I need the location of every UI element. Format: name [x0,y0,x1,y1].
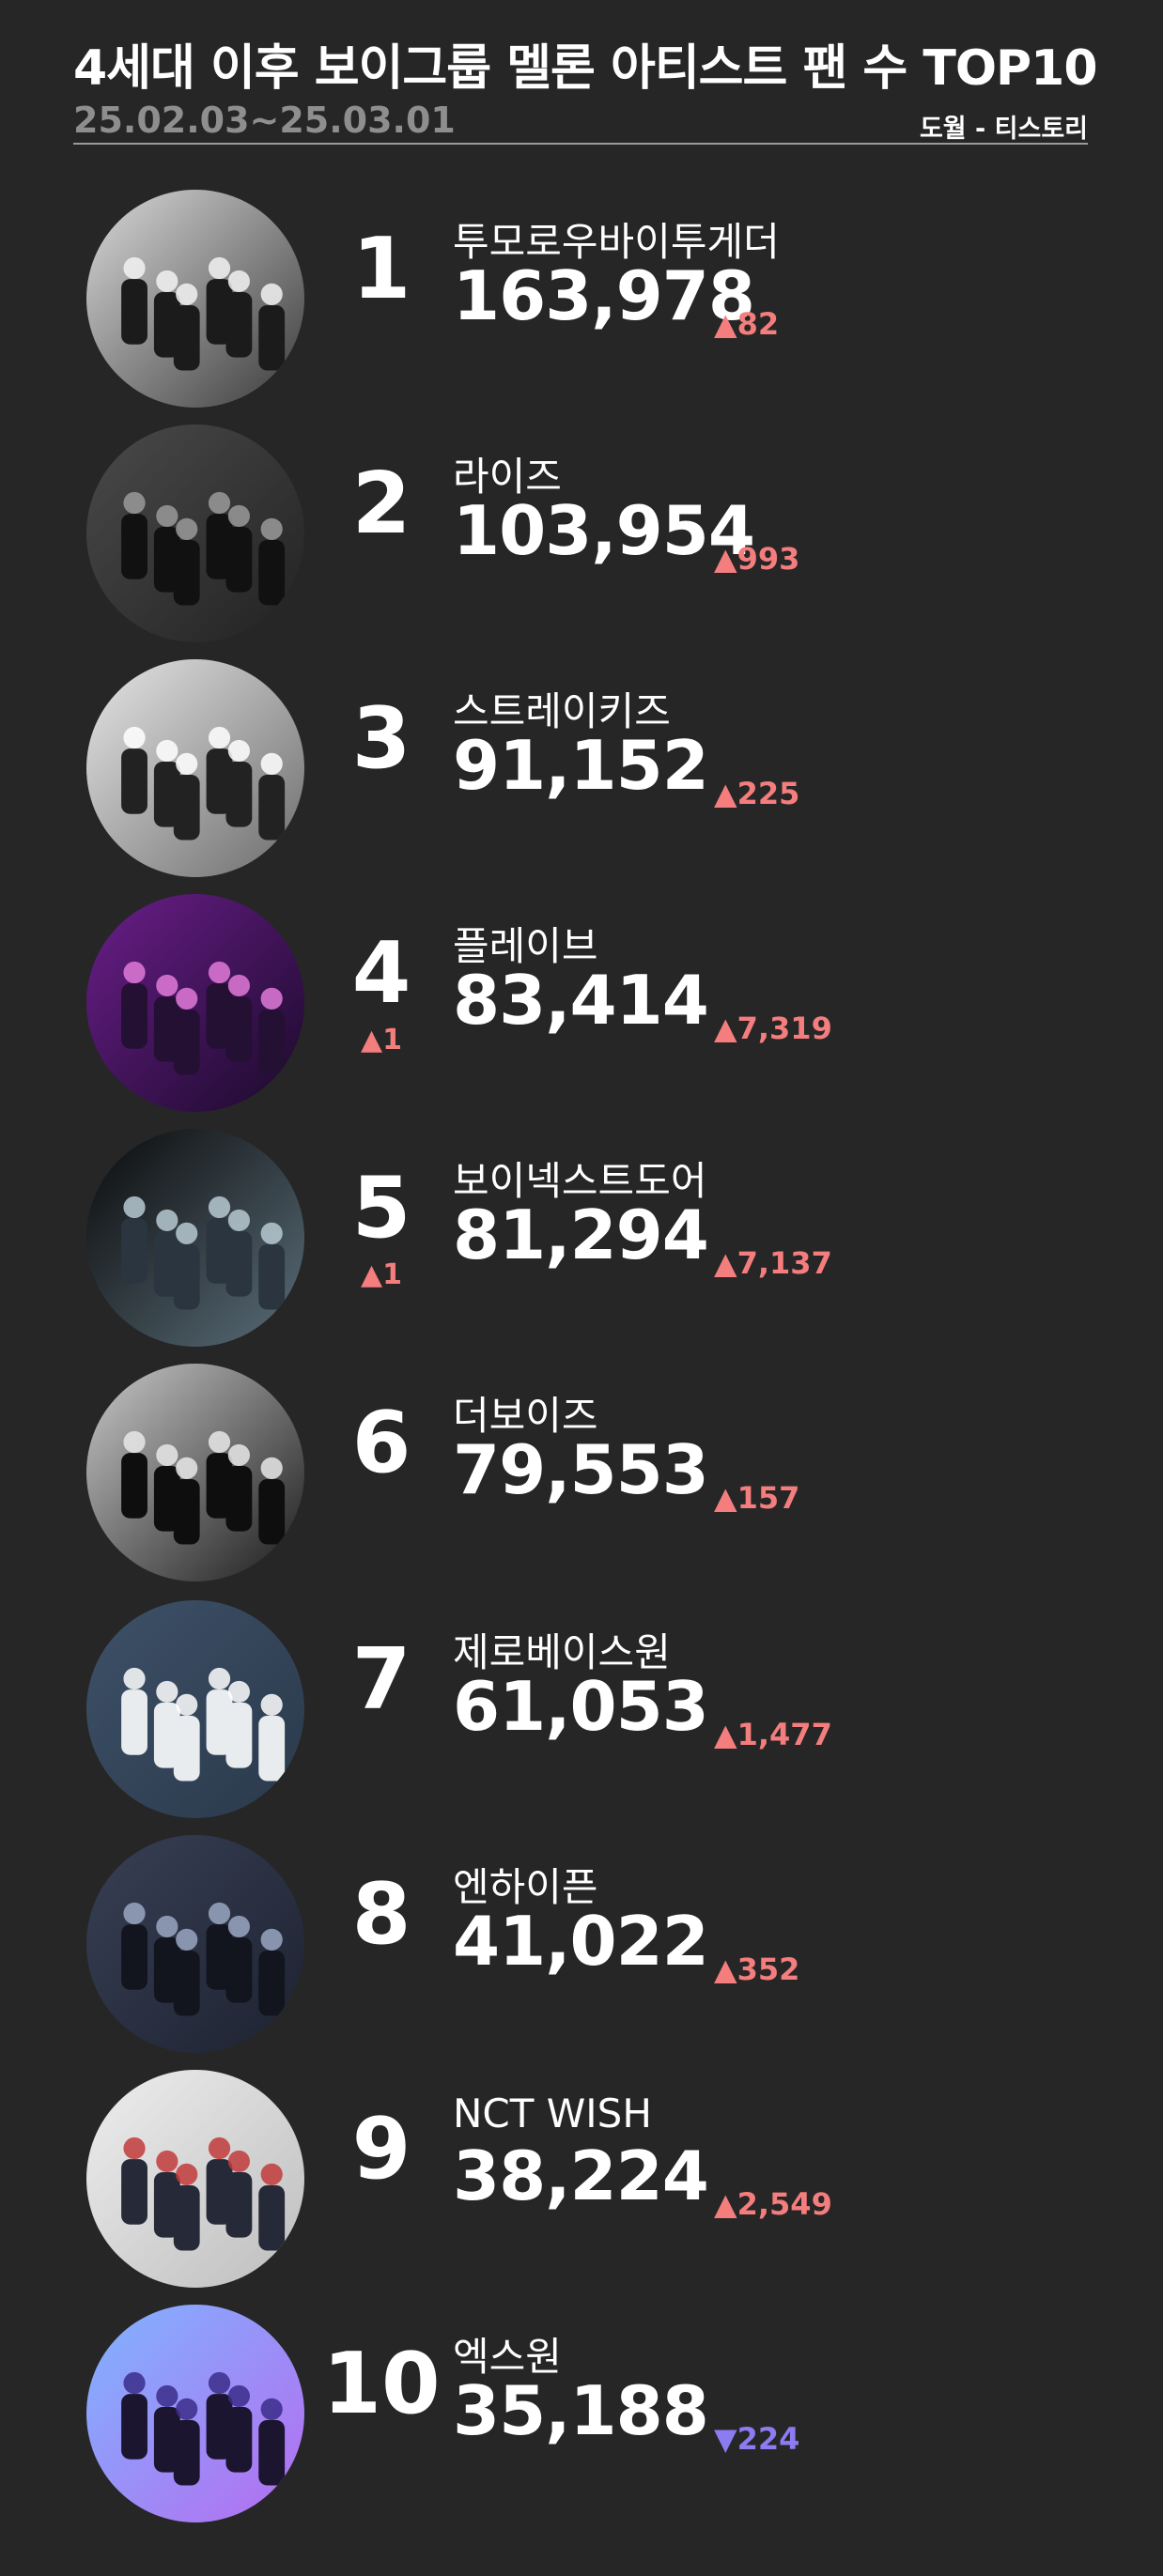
page-title: 4세대 이후 보이그룹 멜론 아티스트 팬 수 TOP10 [73,40,1097,97]
header-divider [73,143,1088,145]
fan-change: ▲993 [714,541,800,577]
ranking-row: 3 스트레이키즈 91,152 ▲225 [0,648,1163,877]
group-photo-icon [86,1835,304,2053]
fan-count: 35,188 [453,2371,709,2450]
rank-number: 10 [322,2335,441,2433]
fan-count: 81,294 [453,1195,709,1274]
ranking-row: 4 ▲1 플레이브 83,414 ▲7,319 [0,883,1163,1112]
date-range: 25.02.03~25.03.01 [73,100,456,141]
rank-number: 5 [351,1159,411,1257]
rank-number: 1 [351,220,411,318]
group-photo-icon [86,1129,304,1347]
fan-count: 79,553 [453,1430,709,1509]
ranking-row: 2 라이즈 103,954 ▲993 [0,413,1163,642]
ranking-row: 5 ▲1 보이넥스트도어 81,294 ▲7,137 [0,1118,1163,1347]
ranking-row: 9 NCT WISH 38,224 ▲2,549 [0,2059,1163,2288]
rank-number: 7 [351,1630,411,1729]
rank-change: ▲1 [361,1024,402,1057]
rank-number: 3 [351,689,411,788]
fan-change: ▲82 [714,306,780,342]
fan-change: ▲2,549 [714,2186,832,2222]
fan-change: ▲1,477 [714,1717,832,1752]
group-photo-icon [86,1364,304,1581]
fan-count: 163,978 [453,256,755,335]
source-credit: 도월 - 티스토리 [919,115,1088,144]
ranking-row: 7 제로베이스원 61,053 ▲1,477 [0,1589,1163,1818]
group-photo-icon [86,659,304,877]
fan-count: 91,152 [453,726,709,805]
group-photo-icon [86,2070,304,2288]
rank-number: 6 [351,1394,411,1492]
rank-number: 2 [351,455,411,553]
ranking-row: 1 투모로우바이투게더 163,978 ▲82 [0,178,1163,408]
rank-number: 8 [351,1865,411,1964]
group-photo-icon [86,424,304,642]
group-photo-icon [86,1600,304,1818]
group-photo-icon [86,2305,304,2522]
fan-change: ▲7,319 [714,1010,832,1046]
ranking-row: 8 엔하이픈 41,022 ▲352 [0,1824,1163,2053]
fan-change: ▲7,137 [714,1245,832,1281]
rank-change: ▲1 [361,1258,402,1291]
rank-number: 4 [351,924,411,1023]
fan-count: 38,224 [453,2136,709,2215]
fan-change: ▼224 [714,2421,800,2457]
fan-change: ▲225 [714,776,800,811]
fan-count: 83,414 [453,961,709,1040]
fan-count: 103,954 [453,491,755,570]
artist-name: NCT WISH [453,2090,652,2136]
ranking-row: 10 엑스원 35,188 ▼224 [0,2293,1163,2522]
group-photo-icon [86,894,304,1112]
rank-number: 9 [351,2100,411,2198]
fan-count: 61,053 [453,1667,709,1746]
fan-count: 41,022 [453,1902,709,1981]
fan-change: ▲157 [714,1480,800,1516]
group-photo-icon [86,190,304,408]
fan-change: ▲352 [714,1951,800,1987]
ranking-row: 6 더보이즈 79,553 ▲157 [0,1352,1163,1581]
